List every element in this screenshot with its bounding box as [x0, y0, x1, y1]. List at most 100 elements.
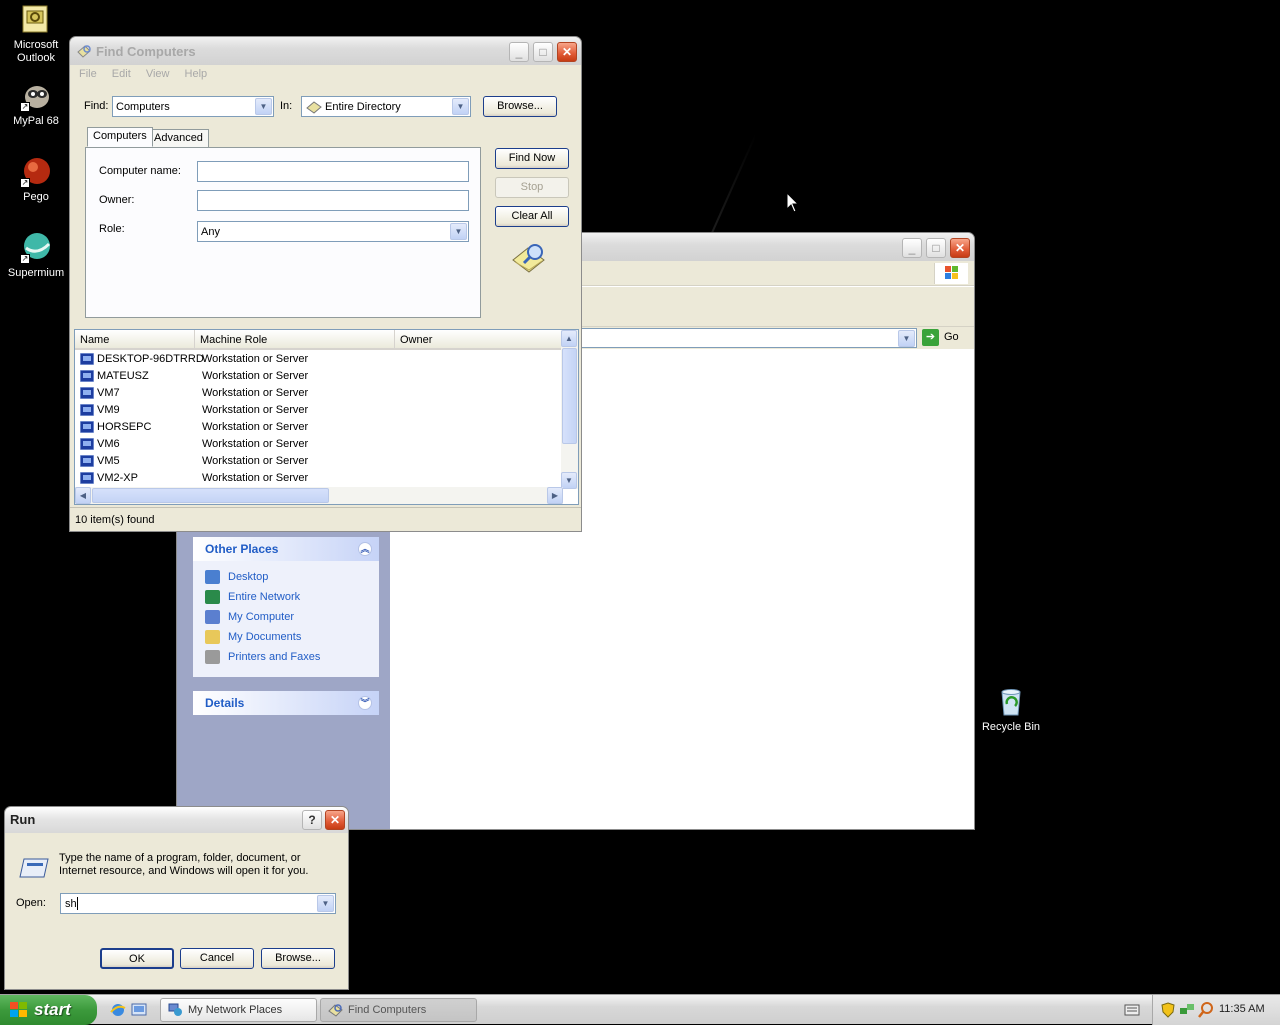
run-titlebar[interactable]: Run ? ✕: [5, 807, 348, 833]
tab-computers[interactable]: Computers: [87, 127, 153, 147]
start-button[interactable]: start: [0, 995, 97, 1025]
table-row[interactable]: VM5 Workstation or Server: [75, 453, 563, 470]
taskbar-button-find-computers[interactable]: Find Computers: [320, 998, 477, 1022]
keyboard-icon[interactable]: [1124, 1004, 1140, 1019]
scroll-down-icon[interactable]: ▼: [561, 472, 577, 489]
details-header[interactable]: Details ︾: [193, 691, 379, 715]
find-select[interactable]: Computers ▼: [112, 96, 274, 117]
maximize-button[interactable]: □: [533, 42, 553, 62]
other-places-title: Other Places: [205, 542, 279, 556]
open-label: Open:: [16, 897, 46, 909]
horizontal-scroll-thumb[interactable]: [92, 488, 329, 503]
desktop-icon: [205, 570, 220, 584]
vertical-scroll-thumb[interactable]: [562, 348, 577, 444]
horizontal-scrollbar[interactable]: ◀ ▶: [75, 487, 563, 504]
close-button[interactable]: ✕: [557, 42, 577, 62]
maximize-button[interactable]: □: [926, 238, 946, 258]
open-input-value[interactable]: sh: [65, 898, 77, 910]
table-row[interactable]: HORSEPC Workstation or Server: [75, 419, 563, 436]
column-header-name[interactable]: Name: [75, 330, 195, 350]
details-title: Details: [205, 696, 245, 710]
go-arrow-icon[interactable]: ➔: [922, 329, 939, 346]
chevron-down-icon[interactable]: ▼: [450, 223, 467, 240]
open-combobox[interactable]: sh ▼: [60, 893, 336, 914]
show-desktop-icon[interactable]: [131, 1002, 147, 1021]
computer-icon: [80, 404, 94, 416]
minimize-button[interactable]: _: [902, 238, 922, 258]
chevron-down-icon[interactable]: ▼: [317, 895, 334, 912]
stop-button[interactable]: Stop: [495, 177, 569, 198]
row-name: MATEUSZ: [97, 370, 149, 382]
tab-advanced[interactable]: Advanced: [148, 129, 209, 147]
minimize-button[interactable]: _: [509, 42, 529, 62]
column-header-machine-role[interactable]: Machine Role: [195, 330, 395, 350]
run-description: Type the name of a program, folder, docu…: [59, 852, 309, 877]
table-row[interactable]: VM6 Workstation or Server: [75, 436, 563, 453]
menu-file[interactable]: File: [79, 68, 97, 80]
taskbar: start My Network Places Find Computers 1…: [0, 994, 1280, 1025]
desktop-icon-pego[interactable]: ↗ Pego: [0, 156, 72, 204]
menu-view[interactable]: View: [146, 68, 170, 80]
scroll-up-icon[interactable]: ▲: [561, 330, 577, 347]
desktop-icon-outlook[interactable]: Microsoft Outlook: [0, 4, 72, 65]
browse-button[interactable]: Browse...: [483, 96, 557, 117]
other-places-item[interactable]: Printers and Faxes: [193, 647, 379, 667]
desktop-icon-mypal[interactable]: ↗ MyPal 68: [0, 80, 72, 128]
chevron-down-icon[interactable]: ▼: [452, 98, 469, 115]
find-computers-titlebar[interactable]: Find Computers _ □ ✕: [70, 37, 581, 65]
computer-icon: [80, 421, 94, 433]
globe-icon: [205, 590, 220, 604]
table-row[interactable]: VM7 Workstation or Server: [75, 385, 563, 402]
row-name: VM7: [97, 387, 120, 399]
role-select[interactable]: Any ▼: [197, 221, 469, 242]
desktop-icon-recycle-bin[interactable]: Recycle Bin: [975, 686, 1047, 734]
other-places-item[interactable]: My Documents: [193, 627, 379, 647]
browse-button[interactable]: Browse...: [261, 948, 335, 969]
clear-all-button[interactable]: Clear All: [495, 206, 569, 227]
desktop-icon-supermium[interactable]: ↗ Supermium: [0, 232, 72, 280]
go-button-label[interactable]: Go: [944, 331, 959, 343]
row-name: HORSEPC: [97, 421, 152, 433]
find-now-button[interactable]: Find Now: [495, 148, 569, 169]
close-button[interactable]: ✕: [950, 238, 970, 258]
internet-explorer-icon[interactable]: [110, 1002, 126, 1021]
owner-input[interactable]: [197, 190, 469, 211]
close-button[interactable]: ✕: [325, 810, 345, 830]
taskbar-button-network-places[interactable]: My Network Places: [160, 998, 317, 1022]
cancel-button[interactable]: Cancel: [180, 948, 254, 969]
row-role: Workstation or Server: [202, 370, 309, 382]
desktop-icon-label: MyPal 68: [13, 115, 59, 127]
scroll-right-icon[interactable]: ▶: [547, 487, 563, 504]
other-places-item[interactable]: My Computer: [193, 607, 379, 627]
clock[interactable]: 11:35 AM: [1219, 1003, 1265, 1015]
computers-tab-panel: Computer name: Owner: Role: Any ▼: [85, 147, 481, 318]
security-shield-icon[interactable]: [1161, 1002, 1175, 1021]
expand-icon[interactable]: ︾: [358, 696, 372, 710]
chevron-down-icon[interactable]: ▼: [898, 330, 915, 347]
text-cursor: [77, 897, 78, 910]
network-status-icon[interactable]: [1179, 1002, 1195, 1021]
other-places-header[interactable]: Other Places ︽: [193, 537, 379, 561]
column-header-owner[interactable]: Owner: [395, 330, 563, 350]
scroll-left-icon[interactable]: ◀: [75, 487, 91, 504]
role-label: Role:: [99, 223, 125, 235]
start-label: start: [34, 1000, 71, 1019]
search-icon[interactable]: [1198, 1002, 1214, 1021]
menu-edit[interactable]: Edit: [112, 68, 131, 80]
taskbar-button-label: Find Computers: [348, 1004, 427, 1016]
table-row[interactable]: DESKTOP-96DTRRD Workstation or Server: [75, 351, 563, 368]
menu-help[interactable]: Help: [185, 68, 208, 80]
help-button[interactable]: ?: [302, 810, 322, 830]
ok-button[interactable]: OK: [100, 948, 174, 969]
collapse-icon[interactable]: ︽: [358, 542, 372, 556]
computer-icon: [80, 370, 94, 382]
table-row[interactable]: VM9 Workstation or Server: [75, 402, 563, 419]
table-row[interactable]: MATEUSZ Workstation or Server: [75, 368, 563, 385]
computer-name-input[interactable]: [197, 161, 469, 182]
other-places-item[interactable]: Desktop: [193, 567, 379, 587]
chevron-down-icon[interactable]: ▼: [255, 98, 272, 115]
vertical-scrollbar[interactable]: ▲ ▼: [561, 330, 578, 489]
in-select[interactable]: Entire Directory ▼: [301, 96, 471, 117]
other-places-item[interactable]: Entire Network: [193, 587, 379, 607]
table-row[interactable]: VM2-XP Workstation or Server: [75, 470, 563, 487]
